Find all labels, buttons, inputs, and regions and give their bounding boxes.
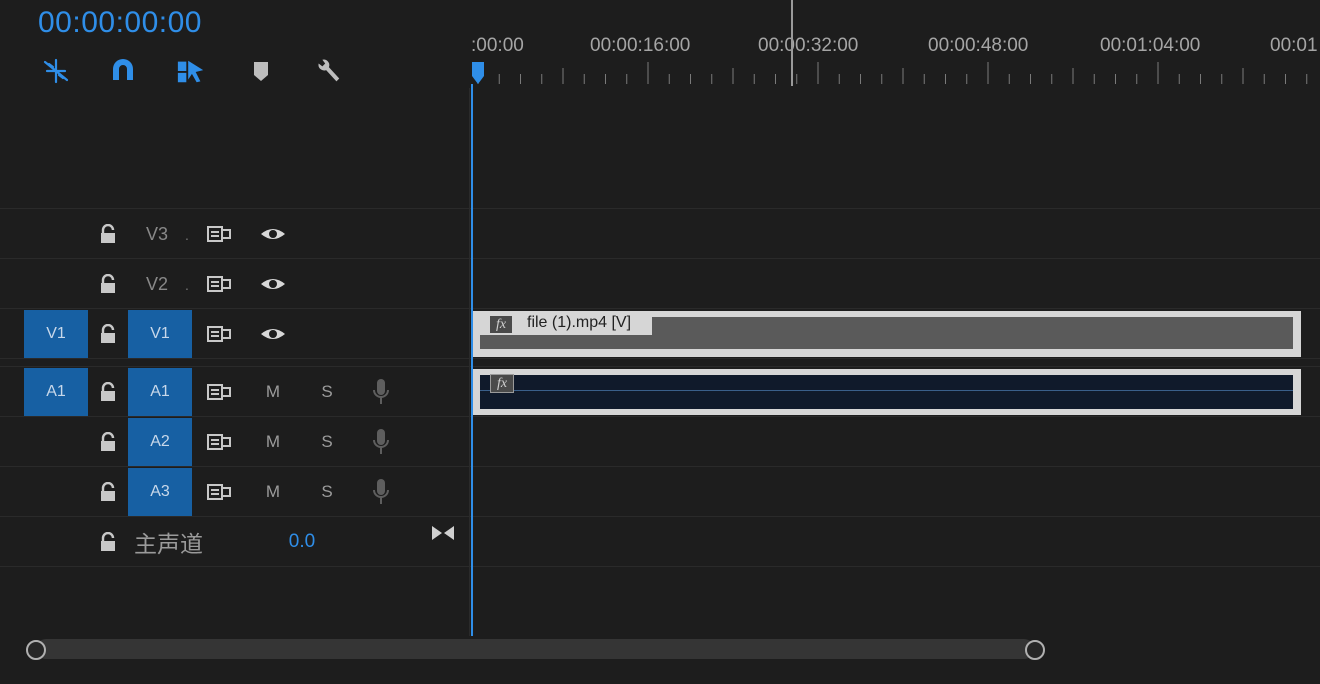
marker-icon[interactable] [246,56,276,86]
track-label[interactable]: A2 [128,418,192,466]
time-ruler[interactable] [470,60,1320,90]
eye-icon[interactable] [258,210,288,258]
track-header-v3: V3 . [0,210,470,260]
expand-icon[interactable] [428,518,458,548]
solo-button[interactable]: S [312,368,342,416]
microphone-icon[interactable] [366,368,396,416]
master-volume-value[interactable]: 0.0 [284,518,320,566]
track-label[interactable]: V1 [128,310,192,358]
playhead-line [471,84,473,636]
sync-lock-icon[interactable] [204,260,234,308]
source-patch-a1[interactable]: A1 [24,368,88,416]
track-divider [0,208,1320,209]
lock-icon[interactable] [94,468,122,516]
track-header-a1: A1 A1 M S [0,368,470,418]
track-label[interactable]: V3 [138,210,176,258]
track-divider [0,366,1320,367]
video-clip[interactable]: fx file (1).mp4 [V] [473,311,1301,357]
horizontal-scrollbar[interactable] [0,636,1320,664]
lock-icon[interactable] [94,260,122,308]
sync-lock-icon[interactable] [204,468,234,516]
mute-button[interactable]: M [258,368,288,416]
lock-icon[interactable] [94,518,122,566]
microphone-icon[interactable] [366,468,396,516]
ruler-label: 00:01:04:00 [1100,35,1201,56]
track-header-master: 主声道 0.0 [0,518,470,568]
lock-icon[interactable] [94,418,122,466]
playhead-handle[interactable] [472,62,484,76]
lock-icon[interactable] [94,310,122,358]
track-dot: . [185,227,189,243]
wrench-icon[interactable] [313,56,343,86]
eye-icon[interactable] [258,310,288,358]
magnet-icon[interactable] [108,56,138,86]
scroll-handle-left[interactable] [26,640,46,660]
work-area-marker[interactable] [791,0,793,86]
fx-badge[interactable]: fx [490,374,514,393]
track-header-a2: A2 M S [0,418,470,468]
lock-icon[interactable] [94,210,122,258]
sync-lock-icon[interactable] [204,310,234,358]
linked-selection-icon[interactable] [176,56,206,86]
eye-icon[interactable] [258,260,288,308]
mute-button[interactable]: M [258,468,288,516]
solo-button[interactable]: S [312,418,342,466]
audio-clip[interactable]: fx [473,369,1301,415]
ruler-label: 00:00:32:00 [758,35,859,56]
track-header-a3: A3 M S [0,468,470,518]
ruler-label: 00:00:48:00 [928,35,1029,56]
ruler-label: 00:00:16:00 [590,35,691,56]
master-track-label: 主声道 [134,531,203,557]
scrollbar-thumb[interactable] [36,639,1034,659]
sync-lock-icon[interactable] [204,418,234,466]
source-patch-v1[interactable]: V1 [24,310,88,358]
clip-name: file (1).mp4 [V] [527,314,632,331]
sync-lock-icon[interactable] [204,368,234,416]
solo-button[interactable]: S [312,468,342,516]
playhead-arrow [472,76,484,84]
fx-badge[interactable]: fx [490,316,512,333]
timecode-display[interactable]: 00:00:00:00 [38,6,202,40]
lock-icon[interactable] [94,368,122,416]
track-header-v1: V1 V1 [0,310,470,360]
scroll-handle-right[interactable] [1025,640,1045,660]
ruler-label: :00:00 [471,35,524,56]
ruler-label: 00:01 [1270,35,1318,56]
track-header-v2: V2 . [0,260,470,310]
track-label[interactable]: A3 [128,468,192,516]
snap-link-icon[interactable] [41,56,71,86]
track-label[interactable]: A1 [128,368,192,416]
track-dot: . [185,277,189,293]
track-label[interactable]: V2 [138,260,176,308]
mute-button[interactable]: M [258,418,288,466]
sync-lock-icon[interactable] [204,210,234,258]
microphone-icon[interactable] [366,418,396,466]
